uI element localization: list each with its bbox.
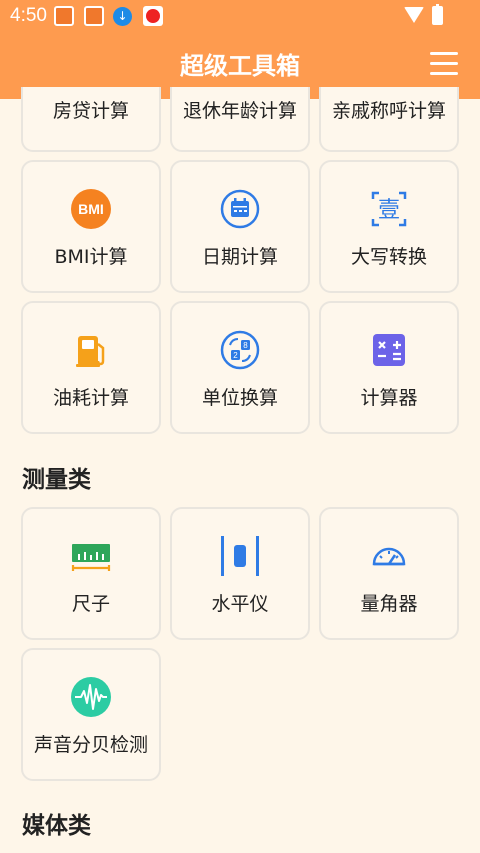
- bmi-icon-text: BMI: [78, 201, 104, 217]
- tool-label: 油耗计算: [52, 387, 129, 409]
- tool-card-calculator[interactable]: 计算器: [319, 301, 459, 434]
- unit-icon-text-b: 8: [243, 341, 248, 350]
- tool-label: 尺子: [71, 593, 110, 615]
- unit-icon-text-a: 2: [233, 351, 238, 360]
- tool-card-level[interactable]: 水平仪: [170, 507, 310, 640]
- tool-card-relatives[interactable]: 亲戚称呼计算: [319, 87, 459, 152]
- app-title: 超级工具箱: [180, 52, 300, 80]
- calendar-icon: [220, 189, 260, 229]
- tool-label: 声音分贝检测: [33, 734, 148, 756]
- bmi-icon: BMI: [71, 189, 111, 229]
- tool-card-mortgage[interactable]: 房贷计算: [21, 87, 161, 152]
- tool-label: 房贷计算: [52, 100, 129, 122]
- tool-card-fuel[interactable]: 油耗计算: [21, 301, 161, 434]
- section-title-measure: 测量类: [22, 467, 91, 493]
- fuel-pump-icon: [76, 336, 105, 367]
- section-title-media: 媒体类: [22, 813, 91, 839]
- tool-card-bmi[interactable]: BMI BMI计算: [21, 160, 161, 293]
- tool-label: 日期计算: [201, 246, 278, 268]
- calculator-icon: [373, 334, 405, 366]
- tool-label: 大写转换: [350, 246, 427, 268]
- tool-card-decibel[interactable]: 声音分贝检测: [21, 648, 161, 781]
- tool-label: 水平仪: [211, 593, 269, 615]
- sound-wave-icon: [71, 677, 111, 717]
- unit-convert-icon: 2 8: [220, 330, 260, 370]
- tool-label: BMI计算: [54, 246, 128, 268]
- tool-card-protractor[interactable]: 量角器: [319, 507, 459, 640]
- tool-label: 单位换算: [201, 387, 278, 409]
- tool-label: 退休年龄计算: [182, 100, 297, 122]
- tool-card-retirement[interactable]: 退休年龄计算: [170, 87, 310, 152]
- status-bar: 4:50 ↓: [0, 0, 480, 32]
- tool-label: 亲戚称呼计算: [331, 100, 446, 122]
- tool-card-unit[interactable]: 2 8 单位换算: [170, 301, 310, 434]
- level-icon: [221, 536, 259, 576]
- tool-card-ruler[interactable]: 尺子: [21, 507, 161, 640]
- tool-card-uppercase[interactable]: 壹 大写转换: [319, 160, 459, 293]
- app-notification-icon: [84, 6, 104, 26]
- app-notification-icon: [54, 6, 74, 26]
- uppercase-icon-text: 壹: [378, 198, 400, 223]
- battery-icon: [432, 4, 443, 25]
- uppercase-number-icon: 壹: [371, 191, 407, 227]
- wifi-icon: [404, 7, 424, 23]
- download-icon: ↓: [113, 7, 132, 26]
- app-notification-icon: [143, 6, 163, 26]
- protractor-icon: [372, 547, 406, 566]
- status-time: 4:50: [10, 5, 47, 26]
- app-header: 4:50 ↓ 超级工具箱: [0, 0, 480, 99]
- menu-icon[interactable]: [430, 52, 458, 76]
- tool-label: 计算器: [360, 387, 418, 409]
- tool-card-date[interactable]: 日期计算: [170, 160, 310, 293]
- tool-label: 量角器: [360, 593, 418, 615]
- ruler-icon: [71, 544, 111, 571]
